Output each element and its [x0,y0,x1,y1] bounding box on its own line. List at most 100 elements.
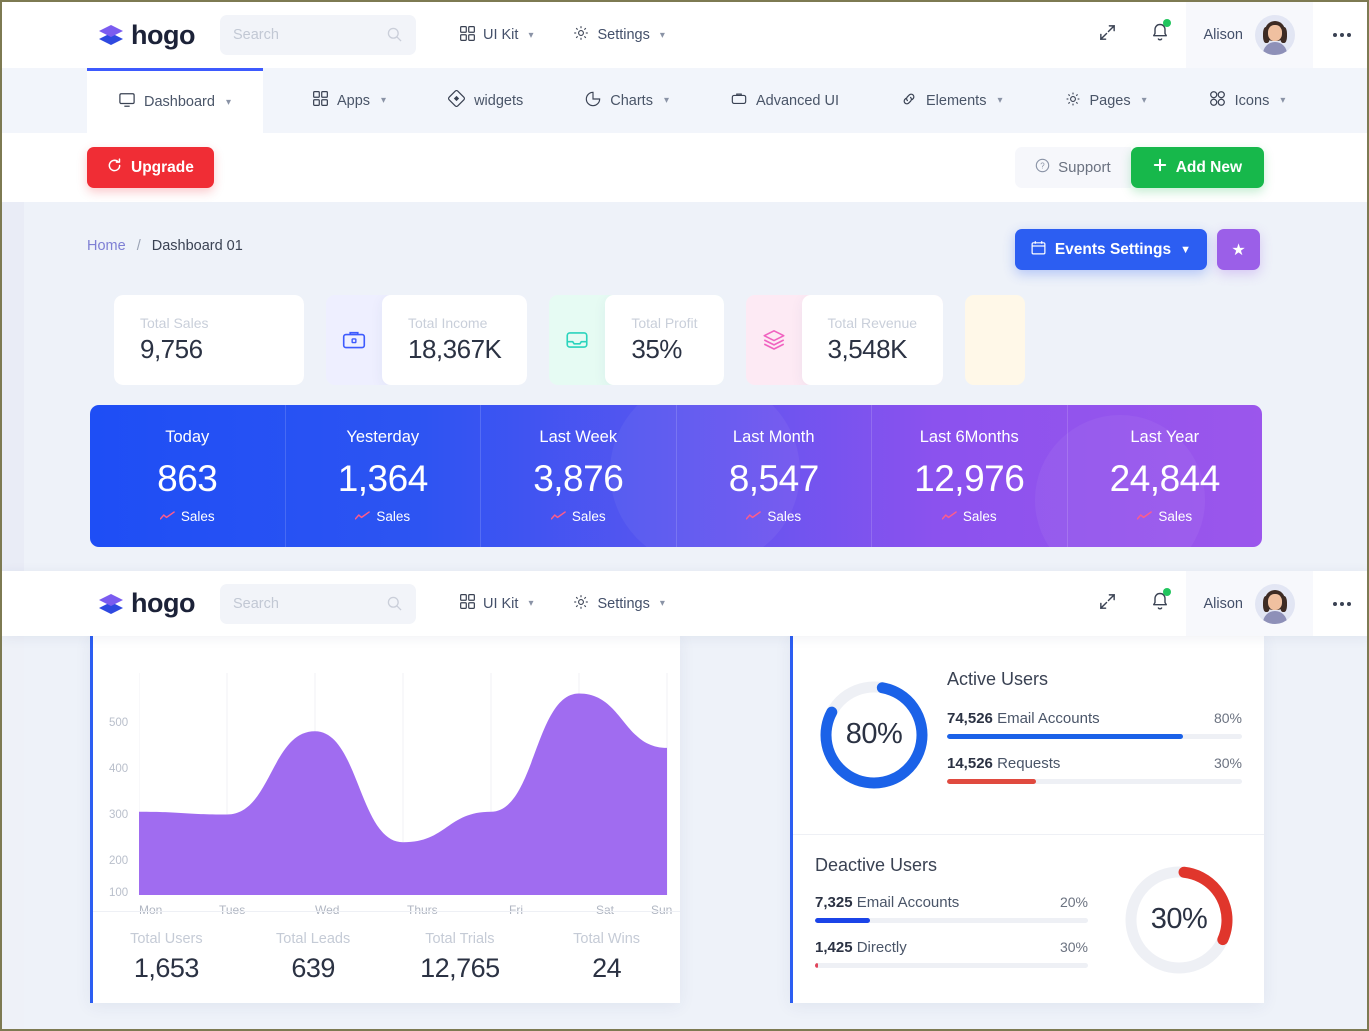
progress-bar [947,734,1242,739]
chart-plot [139,673,668,895]
support-button[interactable]: ? Support [1015,147,1131,188]
active-users-section: 80% Active Users 74,526 Email Accounts 8… [793,635,1264,835]
chevron-down-icon: ▾ [659,29,665,41]
upgrade-button[interactable]: Upgrade [87,147,214,188]
row-label: Email Accounts [856,894,960,911]
grid-icon [460,594,475,613]
gear-icon [1065,91,1081,111]
sales-cell-value: 24,844 [1109,458,1221,499]
stat-cards-row: Total Sales 9,756 Total Income 18,367K T… [114,295,1026,385]
events-settings-label: Events Settings [1054,240,1172,258]
row-percent: 30% [1213,755,1242,771]
overlay-user-menu[interactable]: Alison [1185,571,1313,636]
stat-card-total-income[interactable]: Total Income 18,367K [326,295,528,385]
stat-card-partial[interactable] [965,295,1026,385]
total-label: Total Users [130,931,203,947]
user-name: Alison [1203,595,1244,612]
progress-bar [815,963,1088,968]
hogo-logo-icon [98,591,124,617]
sales-cell-last-week[interactable]: Last Week 3,876 Sales [481,405,677,547]
favorite-button[interactable]: ★ [1217,229,1260,270]
y-tick-400: 400 [109,763,129,775]
page-actions: Events Settings ▼ ★ [1014,229,1260,270]
visitors-chart-card: 500 400 300 200 100 Mon Tues Wed Thurs F… [90,635,680,1003]
sales-cell-last-6months[interactable]: Last 6Months 12,976 Sales [872,405,1068,547]
sales-cell-last-month[interactable]: Last Month 8,547 Sales [677,405,872,547]
search-input[interactable] [232,27,383,43]
nav-item-label: Dashboard [144,94,215,110]
events-settings-button[interactable]: Events Settings ▼ [1014,229,1207,270]
header-link-ui-kit[interactable]: UI Kit ▾ [460,25,533,45]
overlay-search-input[interactable] [232,595,383,612]
trend-up-icon [159,509,175,524]
progress-bar [815,918,1088,923]
stat-card-total-profit[interactable]: Total Profit 35% [549,295,724,385]
nav-item-widgets[interactable]: widgets [426,68,545,133]
nav-item-label: Elements [926,92,987,109]
overlay-fullscreen-button[interactable] [1082,571,1134,637]
row-label: Email Accounts [997,710,1100,727]
header-link-settings[interactable]: Settings ▾ [573,25,665,45]
active-users-ring: 80% [815,676,933,794]
row-percent: 30% [1059,939,1088,955]
total-trials: Total Trials 12,765 [387,931,534,984]
stat-card-total-sales[interactable]: Total Sales 9,756 [114,295,304,385]
overlay-search-box[interactable] [219,583,416,624]
nav-item-charts[interactable]: Charts ▾ [563,68,691,133]
chevron-down-icon: ▾ [659,598,665,609]
deactive-ring-percent: 30% [1150,903,1208,935]
total-leads: Total Leads 639 [240,931,387,984]
sales-cell-yesterday[interactable]: Yesterday 1,364 Sales [286,405,481,547]
user-menu[interactable]: Alison [1185,2,1313,68]
fullscreen-button[interactable] [1082,2,1134,68]
icons-grid-icon [1209,90,1226,111]
main-nav: Dashboard ▾ Apps ▾ widgets Charts ▾ Adva… [2,68,1367,133]
stat-value: 18,367K [408,334,502,364]
total-value: 12,765 [420,953,500,983]
ellipsis-icon [1333,33,1337,37]
brand-logo[interactable]: hogo [98,20,195,51]
notifications-button[interactable] [1134,2,1186,68]
stat-value: 35% [631,334,682,364]
breadcrumb: Home / Dashboard 01 [87,238,243,254]
overlay-notifications-button[interactable] [1134,571,1186,637]
add-new-button[interactable]: Add New [1130,147,1264,188]
chevron-down-icon: ▾ [997,95,1003,106]
sales-cell-label: Sales [376,509,411,524]
y-tick-300: 300 [109,809,129,821]
sales-cell-label: Sales [1158,509,1193,524]
overlay-link-settings[interactable]: Settings ▾ [573,594,665,614]
sales-cell-last-year[interactable]: Last Year 24,844 Sales [1068,405,1263,547]
trend-up-icon [550,509,566,524]
nav-item-dashboard[interactable]: Dashboard ▾ [87,68,263,133]
overlay-more-button[interactable] [1313,571,1367,636]
nav-item-pages[interactable]: Pages ▾ [1043,68,1169,133]
nav-item-advanced-ui[interactable]: Advanced UI [709,68,861,133]
nav-item-apps[interactable]: Apps ▾ [291,68,408,133]
avatar [1255,583,1295,624]
search-box[interactable] [219,15,416,55]
nav-item-icons[interactable]: Icons ▾ [1187,68,1308,133]
area-chart[interactable]: 500 400 300 200 100 Mon Tues Wed Thurs F… [109,673,672,918]
total-users: Total Users 1,653 [93,931,240,984]
breadcrumb-current: Dashboard 01 [151,238,243,254]
chevron-down-icon: ▼ [1180,243,1191,256]
overlay-brand-logo[interactable]: hogo [98,588,195,619]
overlay-link-ui-kit[interactable]: UI Kit ▾ [460,594,533,613]
chevron-down-icon: ▾ [1141,95,1147,106]
breadcrumb-home[interactable]: Home [87,238,126,254]
active-users-title: Active Users [947,669,1049,689]
star-icon: ★ [1231,241,1246,259]
calendar-icon [1031,240,1046,260]
active-requests-row: 14,526 Requests 30% [947,755,1242,784]
active-ring-percent: 80% [845,718,903,750]
sales-cell-title: Last 6Months [919,428,1019,446]
expand-arrows-icon [1098,23,1117,47]
sales-cell-today[interactable]: Today 863 Sales [90,405,286,547]
inbox-icon [549,295,605,385]
progress-bar [947,779,1242,784]
header-more-button[interactable] [1313,2,1367,68]
sales-cell-title: Last Month [732,428,815,446]
stat-card-total-revenue[interactable]: Total Revenue 3,548K [745,295,944,385]
nav-item-elements[interactable]: Elements ▾ [879,68,1024,133]
